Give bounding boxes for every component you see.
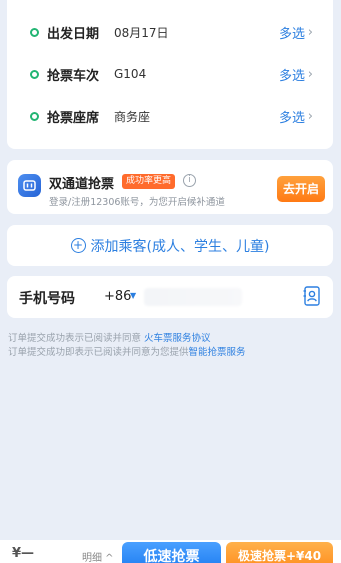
chevron-down-icon: ▼ [130,291,137,300]
trip-info-card: 出发日期 08月17日 多选 › 抢票车次 G104 多选 › 抢票座席 商务座… [7,0,333,149]
shield-icon [18,174,41,197]
detail-toggle[interactable]: 明细 ^ [82,549,114,563]
add-passenger-content: + 添加乘客(成人、学生、儿童) [7,225,333,266]
phone-label: 手机号码 [19,291,75,307]
add-passenger-label: 添加乘客(成人、学生、儿童) [90,238,270,255]
status-dot-icon [30,69,39,79]
agreement-line-1: 订单提交成功表示已阅读并同意 火车票服务协议 [8,330,211,344]
seat-row[interactable]: 抢票座席 商务座 多选 › [7,101,333,131]
agreement-text-2: 订单提交成功即表示已阅读并同意为您提供 [8,347,189,358]
status-dot-icon [30,111,39,121]
date-value: 08月17日 [114,25,169,40]
train-row[interactable]: 抢票车次 G104 多选 › [7,59,333,89]
dual-channel-card: 双通道抢票 成功率更高 i 登录/注册12306账号，为您开启候补通道 去开启 [7,160,333,214]
success-rate-badge: 成功率更高 [122,174,176,189]
enable-button[interactable]: 去开启 [277,176,325,202]
info-icon[interactable]: i [183,174,196,187]
country-code-select[interactable]: +86 [104,289,131,304]
phone-card: 手机号码 +86 ▼ [7,276,333,318]
smart-grab-service-link[interactable]: 智能抢票服务 [189,347,246,358]
contact-book-icon[interactable] [303,286,321,306]
plus-circle-icon: + [70,238,86,253]
slow-grab-button[interactable]: 低速抢票 [122,542,221,563]
seat-label: 抢票座席 [47,110,100,126]
chevron-right-icon: › [307,108,313,124]
dual-channel-title: 双通道抢票 [49,177,115,192]
agreement-line-2: 订单提交成功即表示已阅读并同意为您提供智能抢票服务 [8,344,246,358]
date-row[interactable]: 出发日期 08月17日 多选 › [7,17,333,47]
fast-grab-button[interactable]: 极速抢票+¥40 [226,542,333,563]
add-passenger-button[interactable]: + 添加乘客(成人、学生、儿童) [7,225,333,266]
status-dot-icon [30,27,39,37]
train-service-agreement-link[interactable]: 火车票服务协议 [144,333,211,344]
dual-channel-subtitle: 登录/注册12306账号，为您开启候补通道 [49,197,225,208]
train-multi-select[interactable]: 多选 [279,65,305,84]
train-value: G104 [114,67,147,81]
chevron-right-icon: › [307,24,313,40]
seat-multi-select[interactable]: 多选 [279,107,305,126]
chevron-right-icon: › [307,66,313,82]
price-total: ¥— [12,546,35,561]
date-multi-select[interactable]: 多选 [279,23,305,42]
seat-value: 商务座 [114,109,151,124]
agreement-text-1: 订单提交成功表示已阅读并同意 [8,333,145,344]
date-label: 出发日期 [47,26,100,42]
phone-number-field[interactable] [144,288,242,306]
train-label: 抢票车次 [47,68,100,84]
